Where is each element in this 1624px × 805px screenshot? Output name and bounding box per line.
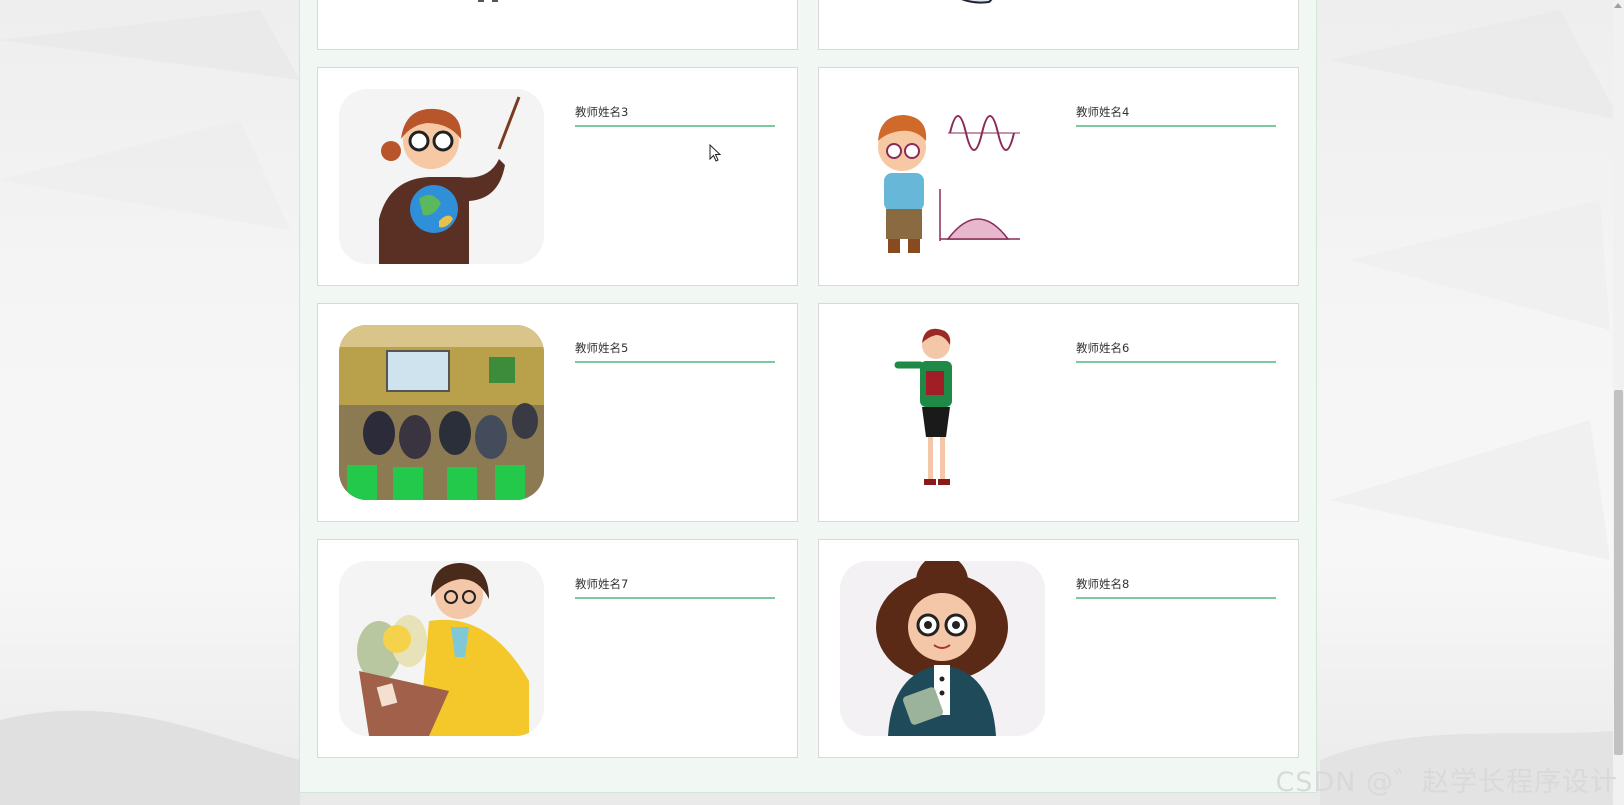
teacher-card[interactable]: 教师姓名5 [317, 303, 798, 522]
teacher-holding-book-icon [840, 325, 1045, 500]
teacher-name[interactable]: 教师姓名8 [1076, 576, 1276, 599]
teacher-with-flowers-icon [339, 561, 544, 736]
teacher-card[interactable]: 教师姓名7 [317, 539, 798, 758]
vertical-scrollbar[interactable] [1613, 0, 1624, 805]
teacher-card[interactable]: 教师姓名4 [818, 67, 1299, 286]
teacher-name[interactable]: 教师姓名5 [575, 340, 775, 363]
teacher-with-globe-icon [339, 89, 544, 264]
teacher-name[interactable]: 教师姓名4 [1076, 104, 1276, 127]
teacher-card[interactable]: 教师姓名6 [818, 303, 1299, 522]
teacher-with-glasses-icon [840, 561, 1045, 736]
scrollbar-thumb[interactable] [1614, 390, 1623, 755]
teacher-card[interactable]: 教师姓名3 [317, 67, 798, 286]
mouse-cursor-icon [709, 144, 721, 162]
teacher-name[interactable]: 教师姓名3 [575, 104, 775, 127]
teacher-list-panel: 教师姓名3 教师姓名4 教师姓名5 教师姓名6 教师姓名7 教师姓名8 [299, 0, 1317, 793]
teacher-name[interactable]: 教师姓名7 [575, 576, 775, 599]
watermark: CSDN @゛赵学长程序设计 [1275, 767, 1618, 798]
classroom-meeting-photo [339, 325, 544, 500]
teacher-name[interactable]: 教师姓名6 [1076, 340, 1276, 363]
teacher-photo-partial-2 [961, 0, 993, 4]
boy-with-math-graphs-icon [840, 89, 1045, 264]
teacher-photo-partial-1 [478, 0, 498, 2]
teacher-card[interactable]: 教师姓名8 [818, 539, 1299, 758]
teacher-card-partial-1[interactable] [317, 0, 798, 50]
teacher-card-partial-2[interactable] [818, 0, 1299, 50]
scroll-up-arrow-icon[interactable] [1614, 3, 1622, 8]
